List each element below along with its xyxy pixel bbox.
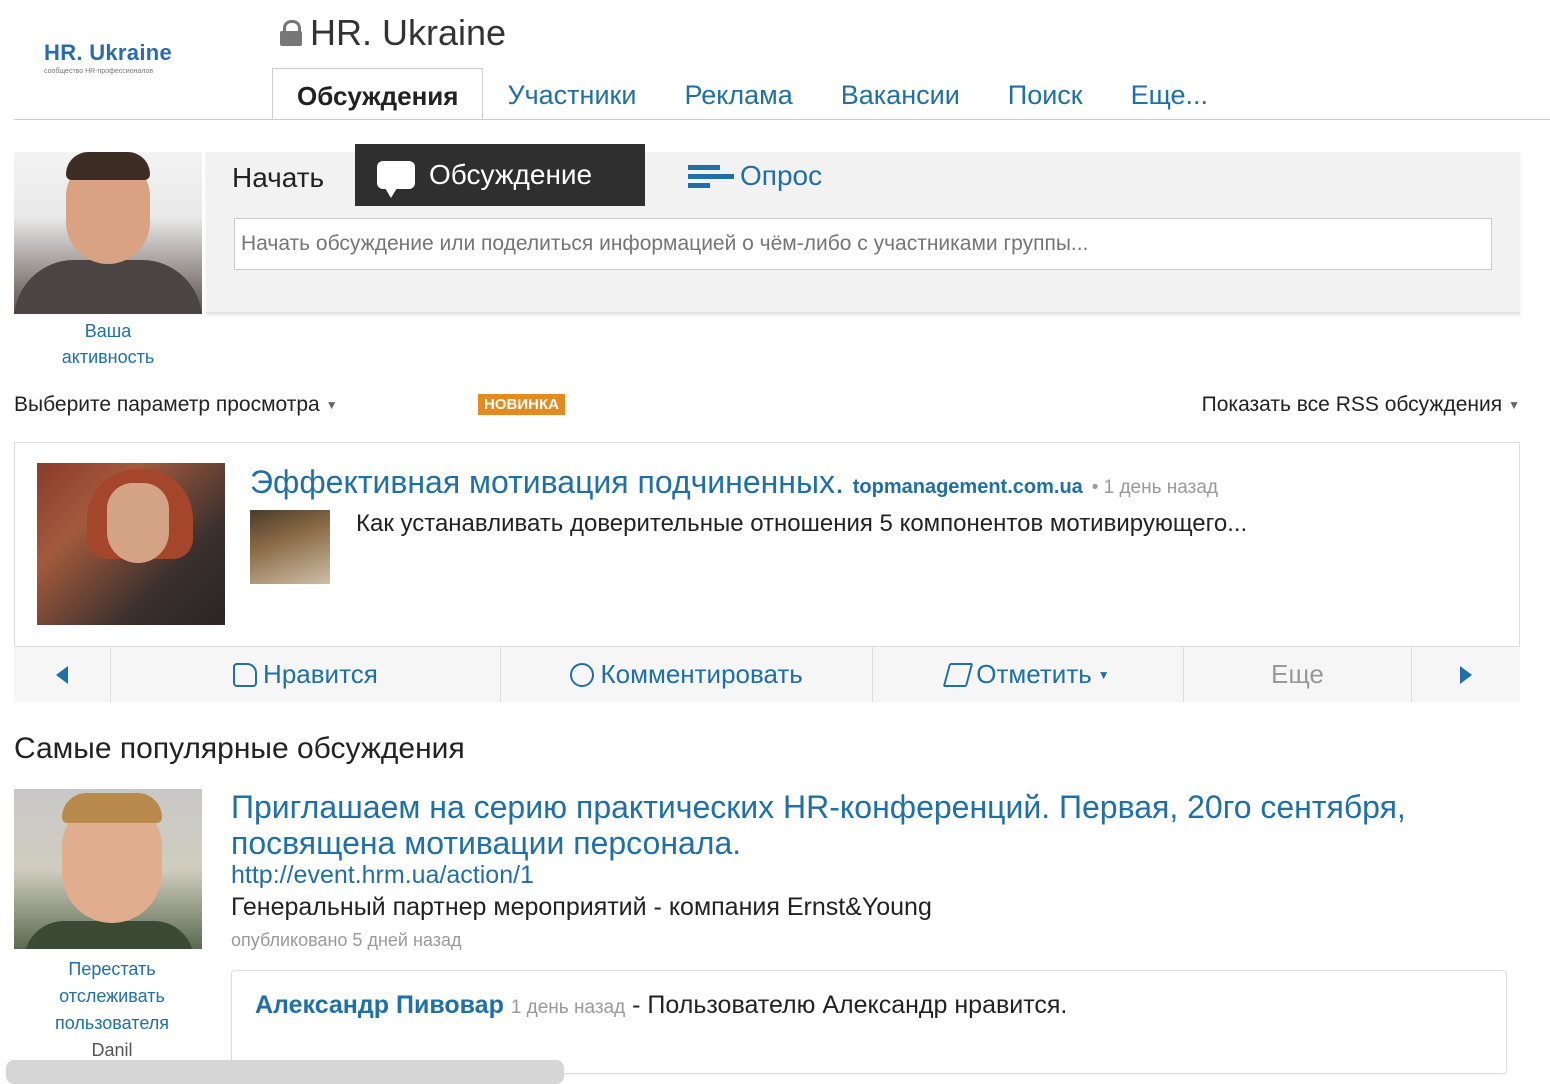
unfollow-line2: отслеживать (59, 986, 165, 1006)
chevron-down-icon: ▼ (325, 398, 338, 412)
view-param-label: Выберите параметр просмотра (14, 393, 320, 416)
popular-heading: Самые популярные обсуждения (14, 732, 465, 765)
group-tabs: Обсуждения Участники Реклама Вакансии По… (272, 68, 1232, 119)
group-logo-name: HR. Ukraine (44, 40, 173, 65)
popular-post-url[interactable]: http://event.hrm.ua/action/1 (231, 861, 534, 890)
comment-label: Комментировать (600, 659, 803, 689)
author-avatar[interactable] (14, 789, 202, 949)
popular-post-body: Генеральный партнер мероприятий - компан… (231, 893, 932, 921)
your-activity-line2: активность (61, 347, 155, 367)
post-action-bar: Нравится Комментировать Отметить ▼ Еще (14, 646, 1520, 702)
popular-post-title[interactable]: Приглашаем на серию практических HR-конф… (231, 789, 1431, 861)
tab-discussions[interactable]: Обсуждения (272, 68, 484, 119)
author-avatar[interactable] (37, 463, 225, 625)
arrow-left-icon (55, 665, 68, 684)
comment-icon (570, 662, 595, 687)
poll-button-label: Опрос (740, 160, 823, 191)
more-label: Еще (1270, 659, 1324, 689)
unfollow-line1: Перестать (68, 959, 156, 979)
flag-button[interactable]: Отметить ▼ (873, 647, 1184, 702)
more-actions-button[interactable]: Еще (1184, 647, 1413, 702)
popular-post-meta: опубликовано 5 дней назад (231, 930, 462, 950)
your-activity-line1: Ваша (84, 321, 132, 341)
chevron-down-icon: ▼ (1508, 398, 1520, 412)
tab-divider (14, 119, 1550, 120)
poll-icon (688, 164, 734, 188)
tab-more[interactable]: Еще... (1107, 70, 1232, 119)
rss-dropdown[interactable]: Показать все RSS обсуждения ▼ (1202, 393, 1520, 417)
featured-post-title[interactable]: Эффективная мотивация подчиненных. (250, 464, 844, 500)
article-thumbnail[interactable] (250, 510, 330, 584)
tab-jobs[interactable]: Вакансии (817, 70, 984, 119)
tab-promotions[interactable]: Реклама (660, 70, 816, 119)
activity-box (231, 970, 1507, 1074)
flag-label: Отметить (976, 659, 1092, 689)
group-logo-tagline: сообщество HR-профессионалов (44, 68, 154, 75)
poll-button[interactable]: Опрос (688, 160, 822, 192)
like-label: Нравится (263, 659, 378, 689)
unfollow-line3: пользователя (55, 1013, 169, 1033)
rss-label: Показать все RSS обсуждения (1201, 393, 1503, 416)
featured-post-source[interactable]: topmanagement.com.ua (853, 476, 1083, 498)
tab-members[interactable]: Участники (483, 70, 660, 119)
my-avatar[interactable] (14, 152, 202, 314)
speech-bubble-icon (377, 161, 415, 198)
group-title: HR. Ukraine (278, 12, 506, 54)
arrow-right-icon (1460, 665, 1473, 684)
featured-post-time: • 1 день назад (1091, 477, 1218, 498)
liker-name[interactable]: Александр Пивовар (255, 991, 504, 1019)
featured-post-snippet: Как устанавливать доверительные отношени… (356, 510, 1248, 537)
your-activity-link[interactable]: Ваша активность (14, 318, 202, 370)
like-time: 1 день назад (510, 997, 626, 1018)
view-param-dropdown[interactable]: Выберите параметр просмотра ▼ (14, 393, 338, 417)
lock-icon (278, 20, 304, 46)
flag-icon (943, 662, 974, 687)
thumbs-up-icon (233, 662, 258, 687)
featured-post-title-row: Эффективная мотивация подчиненных. topma… (250, 464, 1218, 501)
new-badge: НОВИНКА (478, 394, 565, 415)
discussion-input[interactable] (234, 218, 1492, 270)
scroll-right-button[interactable] (1412, 647, 1520, 702)
tab-search[interactable]: Поиск (984, 70, 1107, 119)
unfollow-user-link[interactable]: Перестать отслеживать пользователя Danil (14, 956, 210, 1064)
group-title-text: HR. Ukraine (310, 12, 507, 53)
group-logo[interactable]: HR. Ukraine сообщество HR-профессионалов (44, 40, 224, 75)
chevron-down-icon: ▼ (1097, 667, 1110, 682)
discussion-button-label: Обсуждение (429, 159, 593, 190)
horizontal-scrollbar[interactable] (6, 1060, 564, 1084)
start-label: Начать (232, 162, 325, 193)
discussion-button[interactable]: Обсуждение (355, 144, 645, 206)
scroll-left-button[interactable] (14, 647, 111, 702)
like-text: - Пользователю Александр нравится. (632, 991, 1068, 1019)
comment-button[interactable]: Комментировать (501, 647, 874, 702)
like-button[interactable]: Нравится (111, 647, 502, 702)
like-activity: Александр Пивовар 1 день назад - Пользов… (255, 991, 1067, 1020)
